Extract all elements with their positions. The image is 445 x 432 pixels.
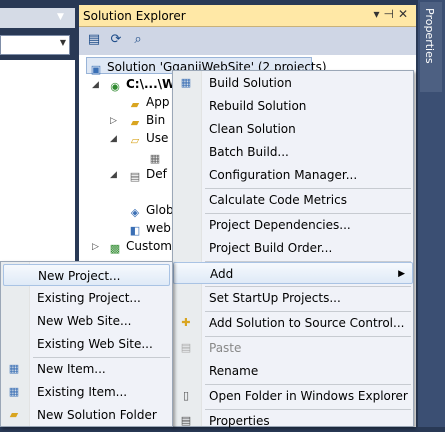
menu-item-batch-build[interactable]: Batch Build... — [173, 141, 413, 163]
paste-icon: ▤ — [180, 341, 192, 354]
source-control-icon: ✚ — [181, 316, 191, 329]
submenu-item-new-solution-folder[interactable]: ▰ New Solution Folder — [1, 404, 172, 426]
refresh-icon[interactable]: ⟳ — [107, 31, 125, 49]
existing-item-icon: ▦ — [8, 385, 20, 398]
folder-icon: ▰ — [130, 98, 140, 111]
folder-icon: ▰ — [130, 116, 140, 129]
new-item-icon: ▦ — [8, 362, 20, 375]
folder-doc-icon: ▯ — [182, 389, 190, 402]
submenu-item-existing-web-site[interactable]: Existing Web Site... — [1, 333, 172, 355]
web-page-icon: ▦ — [149, 152, 161, 165]
properties-toolbar-icon[interactable]: ▤ — [85, 31, 103, 49]
submenu-arrow-icon: ▶ — [398, 269, 405, 279]
submenu-item-new-project[interactable]: New Project... — [3, 264, 170, 286]
window-position-icon[interactable]: ▾ — [373, 7, 383, 21]
collapse-arrow-icon[interactable]: ◢ — [92, 80, 99, 90]
search-icon[interactable]: ⌕ — [129, 31, 147, 49]
custom-project-icon: ▩ — [109, 242, 121, 255]
add-submenu: New Project... Existing Project... New W… — [0, 261, 173, 427]
collapse-arrow-icon[interactable]: ◢ — [110, 170, 117, 180]
solution-explorer-title: Solution Explorer — [83, 9, 186, 23]
panel-menu-arrow-icon[interactable]: ▼ — [57, 12, 69, 24]
tree-item-default-page[interactable]: ▤ Def — [128, 165, 167, 183]
collapse-arrow-icon[interactable]: ◢ — [110, 134, 117, 144]
menu-item-properties[interactable]: ▤ Properties — [173, 410, 413, 432]
tree-item-app-folder[interactable]: ▰ App — [128, 93, 170, 111]
menu-item-rename[interactable]: Rename — [173, 360, 413, 382]
menu-item-project-build-order[interactable]: Project Build Order... — [173, 237, 413, 259]
pin-icon[interactable]: ⊣ — [383, 7, 397, 21]
submenu-item-new-web-site[interactable]: New Web Site... — [1, 310, 172, 332]
menu-item-paste[interactable]: ▤ Paste — [173, 337, 413, 359]
web-project-icon: ◉ — [110, 80, 120, 93]
solution-icon: ▣ — [90, 63, 102, 76]
tree-item-bin-folder[interactable]: ▰ Bin — [128, 111, 165, 129]
menu-item-rebuild-solution[interactable]: Rebuild Solution — [173, 95, 413, 117]
page-icon: ▤ — [129, 170, 141, 183]
chevron-down-icon: ▼ — [59, 38, 66, 47]
menu-item-open-folder-in-explorer[interactable]: ▯ Open Folder in Windows Explorer — [173, 385, 413, 407]
config-icon: ◧ — [129, 224, 141, 237]
open-folder-icon: ▱ — [130, 134, 140, 147]
menu-item-clean-solution[interactable]: Clean Solution — [173, 118, 413, 140]
expand-arrow-icon[interactable]: ▷ — [92, 242, 99, 252]
tree-item-custom-project[interactable]: ▩ Custom — [108, 237, 172, 255]
menu-item-project-dependencies[interactable]: Project Dependencies... — [173, 214, 413, 236]
properties-tab-label: Properties — [423, 8, 436, 64]
expand-arrow-icon[interactable]: ▷ — [110, 116, 117, 126]
tree-item-global[interactable]: ◈ Glob — [128, 201, 174, 219]
menu-item-calculate-code-metrics[interactable]: Calculate Code Metrics — [173, 189, 413, 211]
menu-item-set-startup-projects[interactable]: Set StartUp Projects... — [173, 287, 413, 309]
solution-context-menu: ▦ Build Solution Rebuild Solution Clean … — [172, 70, 414, 428]
menu-item-build-solution[interactable]: ▦ Build Solution — [173, 72, 413, 94]
tree-item-web-config[interactable]: ◧ web — [128, 219, 171, 237]
build-icon: ▦ — [180, 76, 192, 89]
tree-item-web-page[interactable]: ▦ — [148, 147, 166, 165]
new-folder-icon: ▰ — [9, 408, 19, 421]
solution-explorer-header: Solution Explorer ▾⊣✕ — [79, 5, 416, 27]
menu-item-add[interactable]: Add ▶ — [173, 262, 413, 284]
tree-item-web-project[interactable]: ◉ C:\...\W — [108, 75, 175, 93]
submenu-item-existing-project[interactable]: Existing Project... — [1, 287, 172, 309]
menu-item-configuration-manager[interactable]: Configuration Manager... — [173, 164, 413, 186]
submenu-item-new-item[interactable]: ▦ New Item... — [1, 358, 172, 380]
solution-explorer-toolbar: ▤ ⟳ ⌕ — [79, 27, 416, 55]
menu-item-add-to-source-control[interactable]: ✚ Add Solution to Source Control... — [173, 312, 413, 334]
tree-item-user-folder[interactable]: ▱ Use — [128, 129, 169, 147]
close-icon[interactable]: ✕ — [398, 7, 412, 21]
submenu-item-existing-item[interactable]: ▦ Existing Item... — [1, 381, 172, 403]
global-asax-icon: ◈ — [130, 206, 140, 219]
left-panel-dropdown[interactable]: ▼ — [0, 35, 70, 55]
